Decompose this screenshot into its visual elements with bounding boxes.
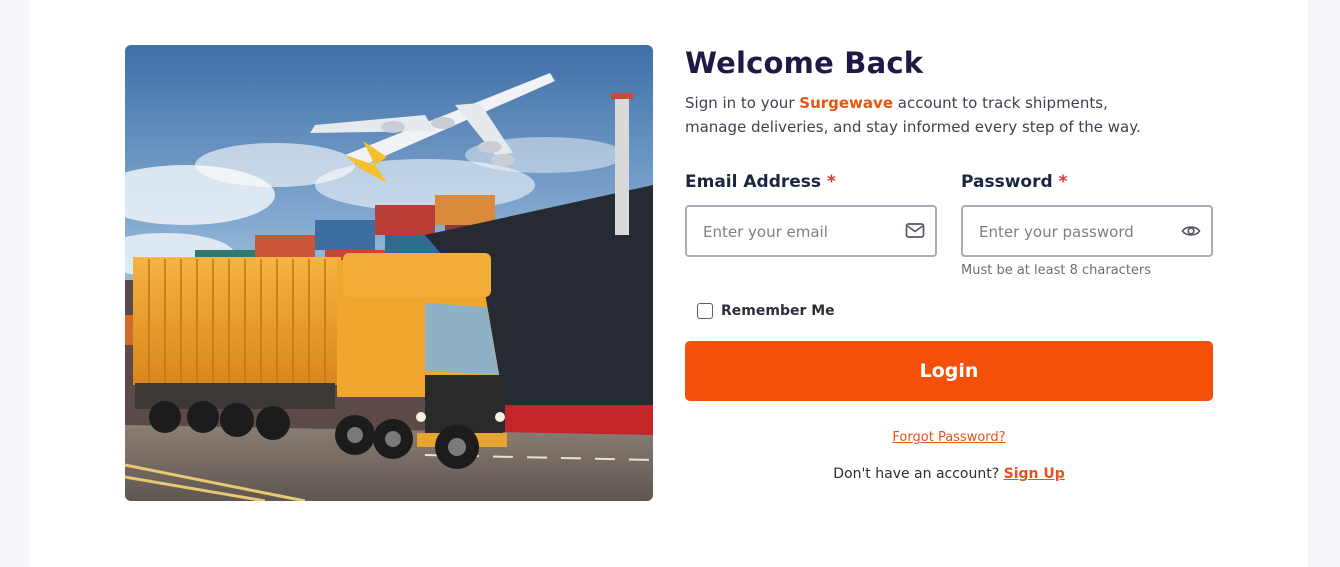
login-button[interactable]: Login bbox=[685, 341, 1213, 401]
brand-name: Surgewave bbox=[799, 94, 893, 112]
forgot-password-row: Forgot Password? bbox=[685, 426, 1213, 445]
password-required-mark: * bbox=[1058, 172, 1068, 192]
eye-icon[interactable] bbox=[1181, 222, 1201, 240]
email-input[interactable] bbox=[703, 219, 888, 245]
email-label: Email Address * bbox=[685, 172, 836, 192]
remember-me-label: Remember Me bbox=[721, 303, 835, 319]
subtitle-text-before: Sign in to your bbox=[685, 94, 800, 112]
page-title: Welcome Back bbox=[685, 46, 924, 80]
password-input[interactable] bbox=[979, 219, 1164, 245]
password-label: Password * bbox=[961, 172, 1067, 192]
password-field-wrapper bbox=[961, 205, 1213, 257]
forgot-password-link[interactable]: Forgot Password? bbox=[892, 430, 1005, 445]
remember-me-box[interactable] bbox=[697, 303, 713, 319]
email-required-mark: * bbox=[826, 172, 836, 192]
page-subtitle: Sign in to your Surgewave account to tra… bbox=[685, 91, 1155, 139]
signup-row: Don't have an account? Sign Up bbox=[685, 466, 1213, 482]
hero-image bbox=[125, 45, 653, 501]
password-hint: Must be at least 8 characters bbox=[961, 263, 1152, 278]
email-label-text: Email Address bbox=[685, 172, 822, 192]
logistics-illustration bbox=[125, 45, 653, 501]
password-label-text: Password bbox=[961, 172, 1053, 192]
email-field-wrapper bbox=[685, 205, 937, 257]
signup-link[interactable]: Sign Up bbox=[1004, 466, 1065, 482]
mail-icon bbox=[905, 222, 925, 240]
remember-me-checkbox[interactable]: Remember Me bbox=[689, 302, 835, 320]
no-account-text: Don't have an account? bbox=[833, 466, 1000, 482]
